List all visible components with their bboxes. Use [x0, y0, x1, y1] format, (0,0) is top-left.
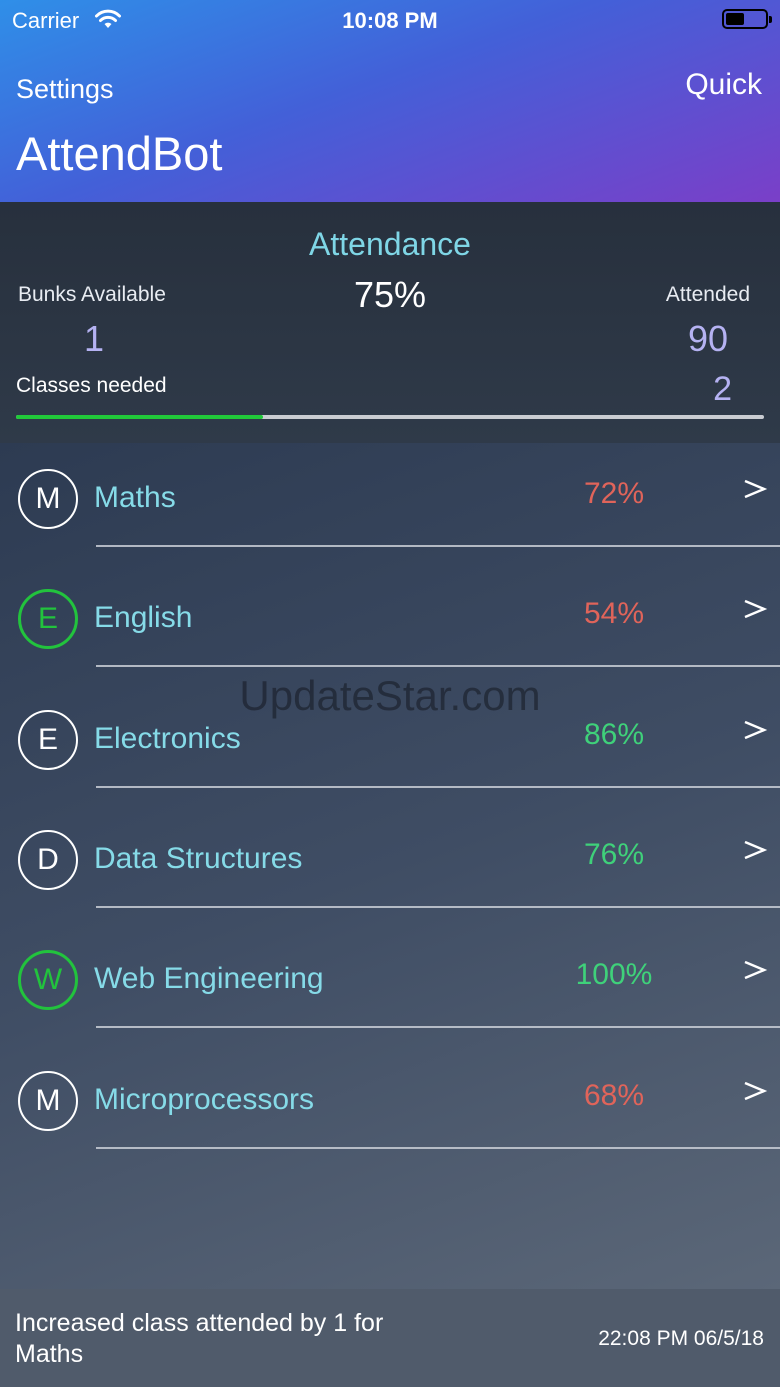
subject-avatar: W: [18, 950, 78, 1010]
attendance-label: Attendance: [309, 226, 471, 262]
row-divider: [96, 545, 780, 547]
classes-needed-value: 2: [713, 370, 732, 408]
attendance-summary: Attendance 75% Bunks Available 1 Attende…: [0, 202, 780, 443]
page-title: AttendBot: [16, 127, 223, 180]
subject-percent: 68%: [583, 1079, 645, 1112]
subject-percent: 76%: [583, 838, 645, 871]
subject-name: Maths: [94, 481, 176, 514]
subject-row-web-engineering[interactable]: W Web Engineering 100%: [0, 924, 780, 1044]
progress-fill: [16, 415, 263, 419]
subject-percent: 86%: [583, 718, 645, 751]
subject-name: English: [94, 601, 193, 634]
row-divider: [96, 665, 780, 667]
attended-label: Attended: [665, 283, 750, 306]
chevron-right-icon: [744, 960, 768, 980]
subject-name: Web Engineering: [94, 962, 324, 995]
subject-row-microprocessors[interactable]: M Microprocessors 68%: [0, 1045, 780, 1165]
chevron-right-icon: [744, 840, 768, 860]
quick-button[interactable]: Quick: [685, 68, 762, 102]
chevron-right-icon: [744, 599, 768, 619]
watermark: UpdateStar.com: [239, 672, 541, 719]
attendance-progress-bar: [16, 415, 764, 419]
status-bar: Carrier 10:08 PM: [0, 0, 780, 40]
classes-needed-label: Classes needed: [16, 374, 167, 397]
subject-name: Microprocessors: [94, 1083, 315, 1116]
row-divider: [96, 906, 780, 908]
row-divider: [96, 1026, 780, 1028]
settings-button[interactable]: Settings: [16, 74, 114, 105]
subject-percent: 72%: [583, 477, 645, 510]
chevron-right-icon: [744, 720, 768, 740]
row-divider: [96, 1147, 780, 1149]
subject-avatar: M: [18, 469, 78, 529]
battery-icon: [722, 9, 772, 29]
bunks-available-label: Bunks Available: [18, 283, 166, 306]
header: Carrier 10:08 PM Settings Quick AttendBo…: [0, 0, 780, 202]
subject-percent: 100%: [575, 958, 653, 991]
attended-value: 90: [687, 318, 728, 359]
subject-avatar: M: [18, 1071, 78, 1131]
activity-timestamp: 22:08 PM 06/5/18: [598, 1327, 764, 1350]
chevron-right-icon: [744, 1081, 768, 1101]
chevron-right-icon: [744, 479, 768, 499]
activity-footer: Increased class attended by 1 for Maths …: [0, 1289, 780, 1387]
subject-name: Electronics: [94, 722, 241, 755]
status-time: 10:08 PM: [342, 8, 438, 33]
subject-row-maths[interactable]: M Maths 72%: [0, 443, 780, 563]
subject-name: Data Structures: [94, 842, 303, 875]
row-divider: [96, 786, 780, 788]
subject-avatar: D: [18, 830, 78, 890]
activity-message: Increased class attended by 1 for Maths: [15, 1309, 384, 1368]
subject-list: M Maths 72% E English 54% E Electronics …: [0, 443, 780, 1289]
subject-avatar: E: [18, 589, 78, 649]
bunks-available-value: 1: [84, 318, 105, 359]
subject-percent: 54%: [583, 597, 645, 630]
subject-row-data-structures[interactable]: D Data Structures 76%: [0, 804, 780, 924]
subject-row-english[interactable]: E English 54%: [0, 563, 780, 683]
